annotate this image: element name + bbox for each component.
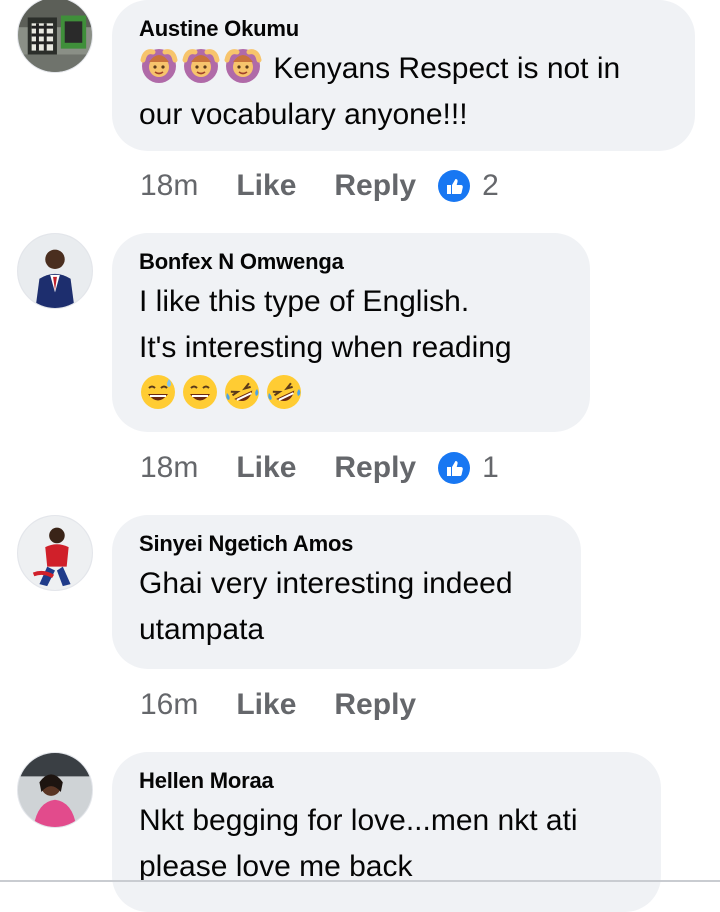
comment-author[interactable]: Bonfex N Omwenga bbox=[139, 249, 564, 275]
avatar-photo bbox=[18, 753, 92, 827]
avatar[interactable] bbox=[17, 233, 93, 309]
reaction-count: 1 bbox=[482, 451, 499, 484]
like-button[interactable]: Like bbox=[236, 451, 296, 485]
comment-bubble: Hellen Moraa Nkt begging for love...men … bbox=[112, 752, 661, 912]
comment-text: Kenyans Respect is not in our vocabulary… bbox=[139, 46, 669, 138]
avatar[interactable] bbox=[17, 752, 93, 828]
avatar[interactable] bbox=[17, 0, 93, 73]
comment-timestamp[interactable]: 16m bbox=[140, 688, 198, 722]
comment-bubble: Bonfex N Omwenga I like this type of Eng… bbox=[112, 233, 590, 432]
like-button[interactable]: Like bbox=[236, 169, 296, 203]
reply-button[interactable]: Reply bbox=[334, 688, 416, 722]
comment-actions: 18m Like Reply 2 bbox=[140, 166, 499, 206]
avatar-photo bbox=[18, 234, 92, 308]
rolling-laughing-icon bbox=[223, 373, 261, 411]
reaction-count: 2 bbox=[482, 169, 499, 202]
comment-actions: 16m Like Reply bbox=[140, 685, 438, 725]
reply-button[interactable]: Reply bbox=[334, 451, 416, 485]
grinning-squint-icon bbox=[181, 373, 219, 411]
comment-bubble: Austine Okumu Kenyans Respect is not in … bbox=[112, 0, 695, 151]
comment-author[interactable]: Sinyei Ngetich Amos bbox=[139, 531, 555, 557]
avatar-photo bbox=[18, 0, 92, 72]
comment-text: Nkt begging for love...men nkt ati pleas… bbox=[139, 804, 578, 883]
reaction-summary[interactable]: 1 bbox=[438, 451, 499, 485]
comment-text: Ghai very interesting indeed utampata bbox=[139, 567, 513, 646]
comment-bubble: Sinyei Ngetich Amos Ghai very interestin… bbox=[112, 515, 581, 669]
grinning-sweat-icon bbox=[139, 373, 177, 411]
like-button[interactable]: Like bbox=[236, 688, 296, 722]
reply-button[interactable]: Reply bbox=[334, 169, 416, 203]
rolling-laughing-icon bbox=[265, 373, 303, 411]
emoji-row bbox=[139, 373, 564, 411]
avatar[interactable] bbox=[17, 515, 93, 591]
reaction-summary[interactable]: 2 bbox=[438, 169, 499, 203]
thumbs-up-reaction-icon bbox=[438, 170, 471, 202]
avatar-photo bbox=[18, 516, 92, 590]
comment-actions: 18m Like Reply 1 bbox=[140, 448, 499, 488]
person-gesturing-ok-icon bbox=[139, 46, 179, 86]
person-gesturing-ok-icon bbox=[223, 46, 263, 86]
thumbs-up-reaction-icon bbox=[438, 452, 471, 484]
person-gesturing-ok-icon bbox=[181, 46, 221, 86]
comment-timestamp[interactable]: 18m bbox=[140, 451, 198, 485]
comment-author[interactable]: Hellen Moraa bbox=[139, 768, 635, 794]
comment-author[interactable]: Austine Okumu bbox=[139, 16, 669, 42]
comment-text: I like this type of English. It's intere… bbox=[139, 285, 512, 364]
comment-timestamp[interactable]: 18m bbox=[140, 169, 198, 203]
